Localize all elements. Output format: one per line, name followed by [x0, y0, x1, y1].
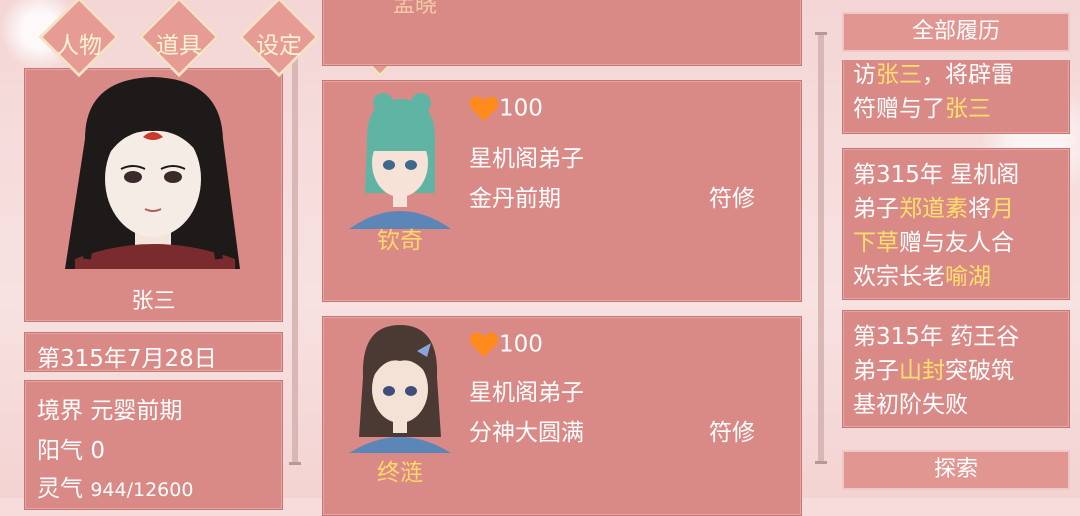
npc-sect: 星机阁弟子	[469, 380, 584, 406]
history-entry-line: 第315年 星机阁	[853, 155, 1019, 189]
history-text: 欢宗长老	[853, 264, 945, 290]
npc-card[interactable]: 终涟 100 星机阁弟子 分神大圆满 符修	[322, 316, 802, 516]
npc-favor: 100	[469, 331, 543, 359]
stat-yangqi: 阳气 0	[37, 431, 105, 465]
history-entry: 第315年 药王谷 弟子山封突破筑基初阶失败	[842, 310, 1070, 428]
history-text: 弟子	[853, 358, 899, 384]
history-highlight-name: 月	[991, 196, 1014, 222]
history-text: 第315年 星机阁	[853, 162, 1020, 188]
npc-sect: 星机阁弟子	[469, 146, 584, 172]
npc-favor: 100	[469, 95, 543, 123]
history-entry: 第315年 星机阁 弟子郑道素将月 下草赠与友人合 欢宗长老喻湖	[842, 148, 1070, 300]
npc-profession: 符修	[709, 186, 755, 212]
history-entry: 访张三，将辟雷 符赠与了张三	[842, 60, 1070, 134]
history-text: 弟子	[853, 196, 899, 222]
history-entry-line: 欢宗长老喻湖	[853, 257, 991, 291]
history-entry-line: 符赠与了张三	[853, 89, 991, 123]
npc-portrait	[349, 93, 451, 229]
partial-card-text: 孟晓	[393, 0, 438, 18]
history-button-label: 全部履历	[911, 19, 1000, 44]
history-list[interactable]: 访张三，将辟雷 符赠与了张三 第315年 星机阁 弟子郑道素将月 下草赠与友人合 欢宗长老…	[842, 60, 1070, 440]
heart-icon	[469, 96, 499, 122]
history-text: 基初阶失败	[853, 392, 968, 418]
npc-portrait	[349, 325, 451, 453]
history-text: 访	[853, 62, 876, 88]
current-date: 第315年7月28日	[37, 346, 217, 372]
stat-realm-value: 元婴前期	[90, 398, 183, 424]
date-panel: 第315年7月28日	[24, 332, 283, 372]
history-button[interactable]: 全部履历	[842, 12, 1070, 52]
character-name: 张三	[131, 289, 176, 314]
history-highlight-name: 喻湖	[945, 264, 991, 290]
history-highlight-name: 张三	[876, 62, 922, 88]
stat-realm-label: 境界	[37, 398, 83, 424]
explore-button-label: 探索	[933, 457, 978, 482]
history-entry-line: 基初阶失败	[853, 385, 968, 419]
history-text: 第315年 药王谷	[853, 324, 1020, 350]
stat-lingqi-label: 灵气	[37, 476, 83, 502]
npc-favor-value: 100	[499, 95, 543, 122]
history-entry-line: 第315年 药王谷	[853, 317, 1019, 351]
npc-realm: 金丹前期	[469, 186, 561, 212]
explore-button[interactable]: 探索	[842, 450, 1070, 490]
history-text: 将	[968, 196, 991, 222]
stat-realm: 境界 元婴前期	[37, 391, 182, 425]
history-entry-line: 弟子山封突破筑	[853, 351, 1014, 385]
npc-name: 钦奇	[377, 228, 423, 254]
character-portrait-panel[interactable]: 张三	[24, 68, 283, 322]
history-entry-line: 下草赠与友人合	[853, 223, 1014, 257]
history-text: 突破筑	[945, 358, 1014, 384]
history-text: 符赠与了	[853, 96, 945, 122]
history-entry-line: 弟子郑道素将月	[853, 189, 1014, 223]
left-scrollbar[interactable]	[289, 40, 301, 465]
history-text: 赠与友人合	[899, 230, 1014, 256]
tab-items[interactable]: 道具	[136, 0, 222, 78]
npc-favor-value: 100	[499, 331, 543, 358]
npc-profession: 符修	[709, 420, 755, 446]
stat-yangqi-value: 0	[90, 438, 105, 464]
npc-realm: 分神大圆满	[469, 420, 584, 446]
tab-character[interactable]: 人物	[36, 0, 122, 78]
history-highlight-name: 下草	[853, 230, 899, 256]
npc-list-scrollbar[interactable]	[815, 32, 827, 464]
history-highlight-name: 山封	[899, 358, 945, 384]
npc-card-partial[interactable]: 孟晓	[322, 0, 802, 66]
stat-yangqi-label: 阳气	[37, 438, 83, 464]
history-highlight-name: 郑道素	[899, 196, 968, 222]
stats-panel: 境界 元婴前期 阳气 0 灵气 944/12600	[24, 380, 283, 510]
tab-settings[interactable]: 设定	[236, 0, 322, 78]
heart-icon	[469, 332, 499, 358]
character-portrait	[65, 77, 240, 269]
history-entry-line: 访张三，将辟雷	[853, 60, 1014, 89]
history-highlight-name: 张三	[945, 96, 991, 122]
npc-card[interactable]: 钦奇 100 星机阁弟子 金丹前期 符修	[322, 80, 802, 302]
npc-name: 终涟	[377, 460, 423, 486]
history-text: ，将辟雷	[922, 62, 1014, 88]
